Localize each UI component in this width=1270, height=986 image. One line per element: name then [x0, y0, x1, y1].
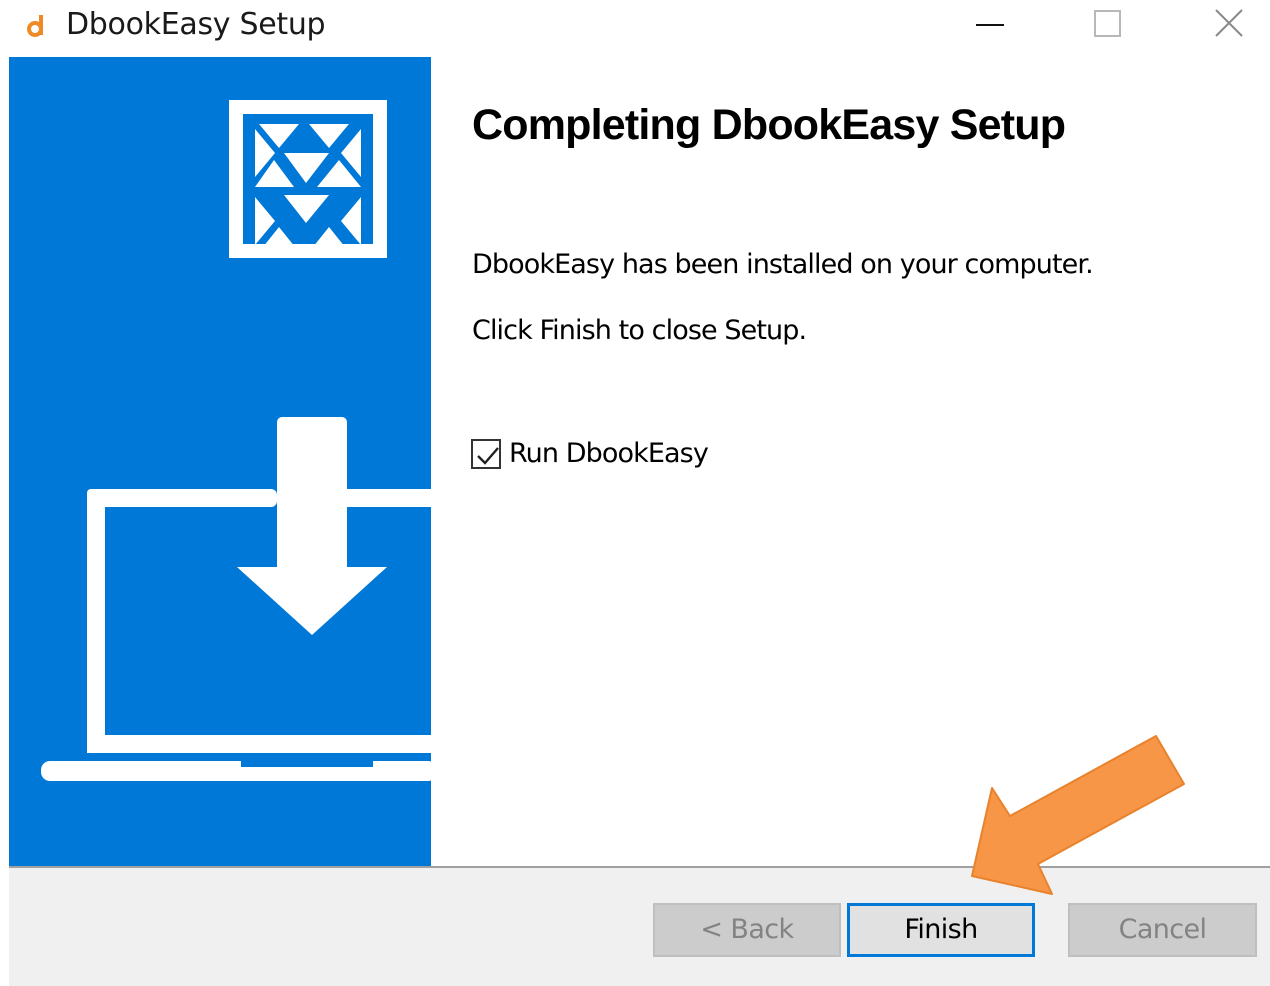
finish-button[interactable]: Finish	[847, 903, 1035, 957]
cancel-button[interactable]: Cancel	[1068, 903, 1257, 957]
side-panel	[9, 57, 431, 867]
setup-window: DbookEasy Setup Completing DbookEasy Set…	[0, 0, 1270, 986]
checkbox-label[interactable]: Run DbookEasy	[509, 437, 709, 471]
minimize-button[interactable]	[940, 0, 1040, 50]
close-button[interactable]	[1180, 0, 1270, 50]
checkbox-box[interactable]	[471, 439, 501, 469]
install-message: DbookEasy has been installed on your com…	[472, 249, 1094, 280]
laptop-download-icon	[41, 417, 431, 781]
title-bar: DbookEasy Setup	[0, 0, 1270, 54]
close-icon	[1215, 9, 1243, 37]
maximize-icon	[1094, 10, 1121, 37]
finish-instruction: Click Finish to close Setup.	[472, 315, 807, 346]
checkmark-icon	[477, 447, 499, 465]
back-button[interactable]: < Back	[653, 903, 841, 957]
maximize-button[interactable]	[1058, 0, 1158, 50]
dbookeasy-logo-icon	[26, 10, 48, 40]
window-title: DbookEasy Setup	[66, 7, 326, 42]
run-app-checkbox[interactable]: Run DbookEasy	[471, 436, 709, 472]
minimize-icon	[976, 24, 1004, 26]
page-title: Completing DbookEasy Setup	[472, 101, 1066, 149]
triangle-grid-logo-icon	[229, 100, 387, 258]
